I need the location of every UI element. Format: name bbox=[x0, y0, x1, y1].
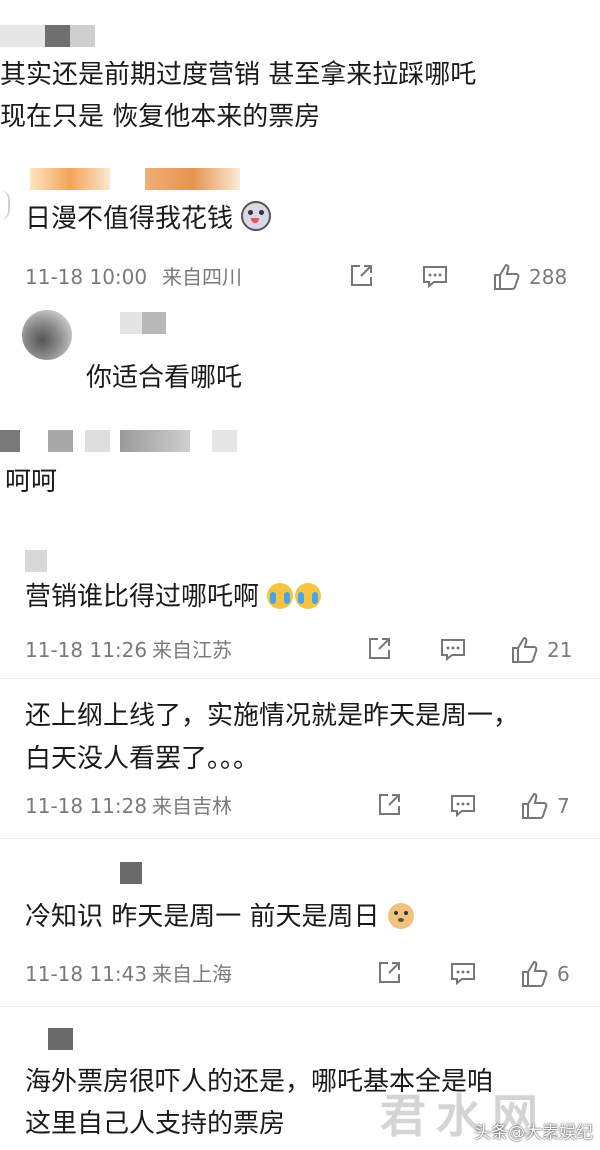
divider bbox=[0, 1006, 600, 1007]
avatar[interactable] bbox=[0, 190, 10, 220]
comment-text: 冷知识 昨天是周一 前天是周日 bbox=[25, 898, 414, 936]
comment-text: 营销谁比得过哪吒啊 bbox=[25, 578, 322, 616]
like-button[interactable]: 21 bbox=[511, 636, 572, 664]
thumbs-up-icon bbox=[522, 792, 548, 819]
like-count: 21 bbox=[547, 638, 573, 662]
username-blur bbox=[48, 430, 73, 452]
comment-text: 日漫不值得我花钱 bbox=[25, 200, 272, 238]
username-blur bbox=[30, 168, 110, 190]
username-blur bbox=[120, 430, 190, 452]
crying-emoji-icon bbox=[295, 583, 322, 609]
comment-date: 11-18 11:43 bbox=[25, 962, 148, 986]
comment-icon bbox=[451, 963, 475, 986]
comment-location: 来自江苏 bbox=[152, 638, 232, 662]
share-icon bbox=[351, 265, 372, 286]
like-button[interactable]: 7 bbox=[521, 792, 570, 820]
comment-location: 来自吉林 bbox=[152, 794, 232, 818]
share-button[interactable] bbox=[376, 960, 402, 986]
username-blur bbox=[120, 312, 142, 334]
share-icon bbox=[379, 794, 400, 815]
comment-location: 来自四川 bbox=[162, 265, 242, 289]
username-blur bbox=[45, 25, 70, 47]
username-blur bbox=[142, 312, 166, 334]
username-blur bbox=[145, 168, 240, 190]
comment-text: 白天没人看罢了。。。 bbox=[25, 744, 260, 774]
doge-emoji-icon bbox=[387, 903, 414, 929]
comment-button[interactable] bbox=[422, 263, 448, 289]
husky-emoji-icon bbox=[241, 201, 272, 231]
share-button[interactable] bbox=[376, 792, 402, 818]
comment-text: 其实还是前期过度营销 甚至拿来拉踩哪吒 bbox=[0, 60, 477, 90]
divider bbox=[0, 838, 600, 839]
divider bbox=[0, 678, 600, 679]
username-blur bbox=[0, 25, 45, 47]
like-button[interactable]: 288 bbox=[493, 263, 567, 291]
comment-text: 这里自己人支持的票房 bbox=[25, 1109, 286, 1139]
username-blur bbox=[0, 430, 20, 452]
comment-button[interactable] bbox=[450, 792, 476, 818]
comment-date: 11-18 10:00 bbox=[25, 265, 148, 289]
comment-icon bbox=[451, 795, 475, 818]
crying-emoji-icon bbox=[267, 583, 294, 609]
comment-icon bbox=[441, 639, 465, 662]
comment-location: 来自上海 bbox=[152, 962, 232, 986]
like-count: 6 bbox=[557, 962, 570, 986]
comment-icon bbox=[423, 266, 447, 289]
like-count: 288 bbox=[529, 265, 568, 289]
username-blur bbox=[85, 430, 110, 452]
share-icon bbox=[369, 638, 390, 659]
thumbs-up-icon bbox=[494, 263, 520, 290]
thumbs-up-icon bbox=[512, 636, 538, 663]
username-blur bbox=[212, 430, 237, 452]
comment-text: 现在只是 恢复他本来的票房 bbox=[0, 102, 321, 132]
username-blur bbox=[25, 550, 47, 572]
comment-text: 你适合看哪吒 bbox=[86, 363, 243, 393]
watermark-credit: 头条@大素娱纪 bbox=[474, 1123, 593, 1143]
comment-text: 呵呵 bbox=[5, 467, 58, 497]
comment-date: 11-18 11:28 bbox=[25, 794, 148, 818]
share-button[interactable] bbox=[348, 263, 374, 289]
like-button[interactable]: 6 bbox=[521, 960, 570, 988]
username-blur bbox=[48, 1028, 73, 1050]
like-count: 7 bbox=[557, 794, 570, 818]
avatar[interactable] bbox=[22, 310, 72, 360]
thumbs-up-icon bbox=[522, 960, 548, 987]
comment-text: 还上纲上线了，实施情况就是昨天是周一， bbox=[25, 701, 520, 731]
username-blur bbox=[70, 25, 95, 47]
share-button[interactable] bbox=[366, 636, 392, 662]
share-icon bbox=[379, 962, 400, 983]
comment-date: 11-18 11:26 bbox=[25, 638, 148, 662]
comment-button[interactable] bbox=[450, 960, 476, 986]
username-blur bbox=[120, 862, 142, 884]
comment-button[interactable] bbox=[440, 636, 466, 662]
